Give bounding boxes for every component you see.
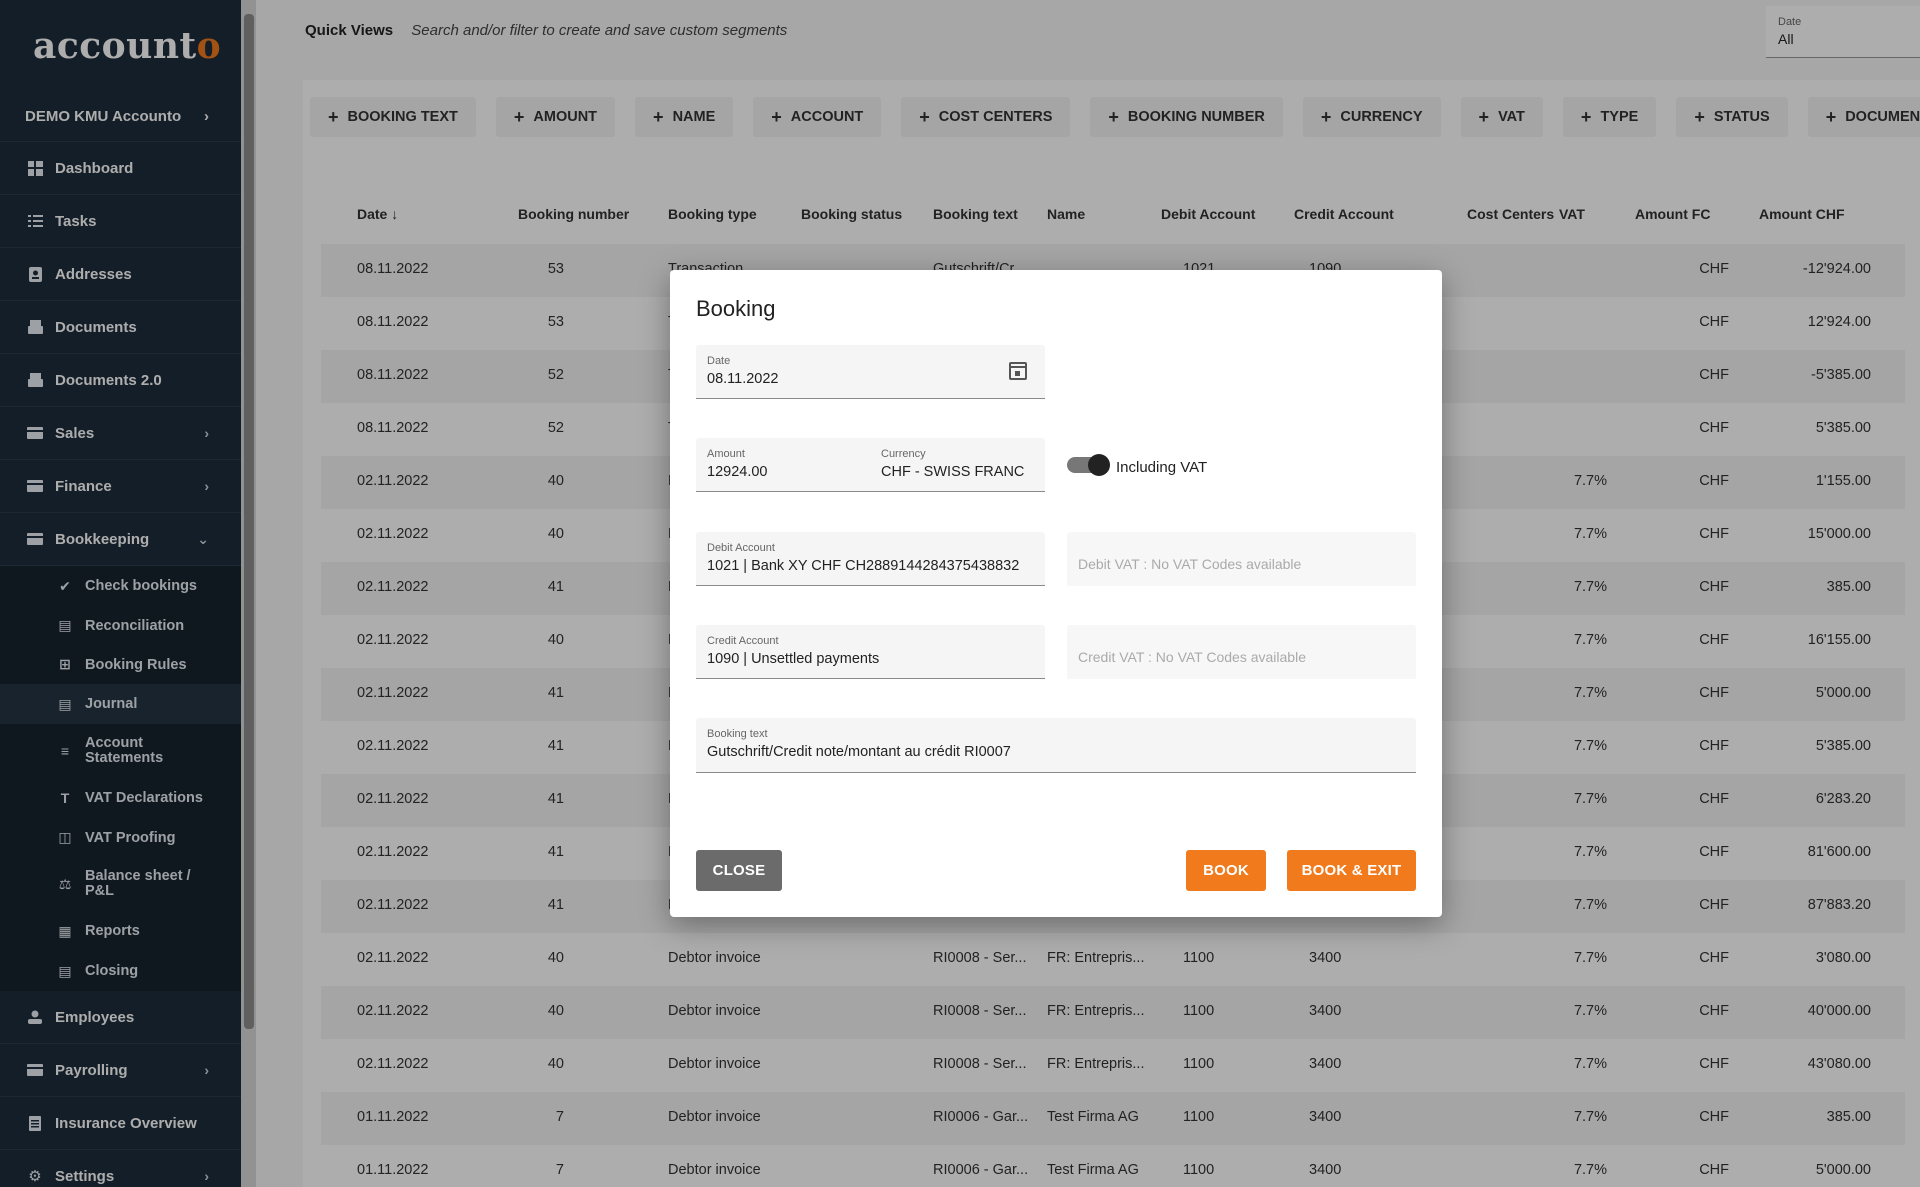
currency-value: CHF - SWISS FRANC (881, 464, 1025, 480)
including-vat-toggle[interactable] (1067, 454, 1110, 476)
book-button[interactable]: BOOK (1186, 850, 1266, 891)
currency-label: Currency (881, 448, 926, 460)
date-field-value: 08.11.2022 (707, 371, 779, 387)
book-exit-button[interactable]: BOOK & EXIT (1287, 850, 1416, 891)
dialog-title: Booking (696, 296, 776, 321)
booking-text-value: Gutschrift/Credit note/montant au crédit… (707, 744, 1011, 760)
amount-label: Amount (707, 448, 745, 460)
credit-account-value: 1090 | Unsettled payments (707, 651, 880, 667)
debit-vat-placeholder: Debit VAT : No VAT Codes available (1078, 556, 1302, 572)
toggle-knob (1088, 454, 1110, 476)
amount-value: 12924.00 (707, 464, 768, 480)
date-field[interactable]: Date 08.11.2022 (696, 345, 1045, 399)
booking-text-field[interactable]: Booking text Gutschrift/Credit note/mont… (696, 718, 1416, 773)
debit-account-label: Debit Account (707, 542, 775, 554)
close-button[interactable]: CLOSE (696, 850, 782, 891)
amount-field[interactable]: Amount 12924.00 (707, 448, 767, 480)
debit-account-field[interactable]: Debit Account 1021 | Bank XY CHF CH28891… (696, 532, 1045, 586)
debit-vat-field: Debit VAT : No VAT Codes available (1067, 532, 1416, 586)
booking-text-label: Booking text (707, 728, 768, 740)
calendar-icon[interactable] (1009, 362, 1027, 380)
including-vat-label: Including VAT (1116, 459, 1208, 476)
credit-vat-field: Credit VAT : No VAT Codes available (1067, 625, 1416, 679)
date-field-label: Date (707, 355, 731, 367)
credit-account-field[interactable]: Credit Account 1090 | Unsettled payments (696, 625, 1045, 679)
credit-vat-placeholder: Credit VAT : No VAT Codes available (1078, 649, 1306, 665)
amount-currency-field: Amount 12924.00 Currency CHF - SWISS FRA… (696, 438, 1045, 492)
booking-dialog: Booking Date 08.11.2022 Amount 12924.00 … (670, 270, 1442, 917)
currency-select[interactable]: Currency CHF - SWISS FRANC (881, 448, 1024, 480)
debit-account-value: 1021 | Bank XY CHF CH2889144284375438832 (707, 558, 1020, 574)
credit-account-label: Credit Account (707, 635, 779, 647)
